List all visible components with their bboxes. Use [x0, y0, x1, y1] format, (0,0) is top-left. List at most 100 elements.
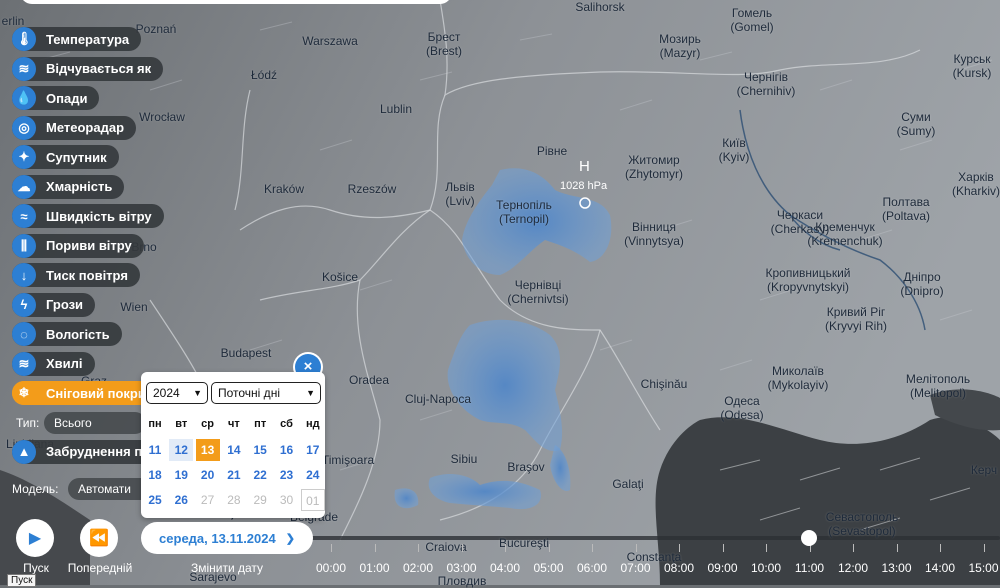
timeline-hour[interactable]: 11:00: [795, 561, 824, 575]
calendar-day[interactable]: 16: [275, 439, 299, 461]
calendar-day: 28: [227, 493, 241, 507]
city-name: Суми: [901, 110, 931, 124]
layer-button-1[interactable]: 🌡 Температура: [12, 27, 142, 51]
calendar-day[interactable]: 21: [222, 464, 246, 486]
city-name: Одеса: [724, 394, 760, 408]
timeline-hour[interactable]: 02:00: [403, 561, 433, 575]
timeline-hour[interactable]: 10:00: [751, 561, 781, 575]
calendar-day[interactable]: 11: [143, 439, 167, 461]
city-label: Мелітополь (Melitopol): [906, 372, 970, 400]
year-select[interactable]: 2024 ▼: [146, 382, 208, 404]
timeline-tick: [940, 544, 941, 552]
timeline-slider-handle[interactable]: [801, 530, 817, 546]
timeline-hour[interactable]: 04:00: [490, 561, 520, 575]
layer-button-4[interactable]: ◎ Метеорадар: [12, 115, 137, 140]
timeline-hour[interactable]: 01:00: [359, 561, 389, 575]
play-button[interactable]: ▶: [16, 519, 54, 557]
satellite-icon: ✦: [12, 145, 36, 169]
timeline-hour[interactable]: 13:00: [881, 561, 911, 575]
calendar-day[interactable]: 15: [248, 439, 272, 461]
calendar-day[interactable]: 14: [222, 439, 246, 461]
calendar-day[interactable]: 18: [143, 464, 167, 486]
tooltip: Пуск: [7, 574, 37, 587]
timeline-tick: [766, 544, 767, 552]
city-label: Warszawa: [302, 34, 358, 48]
timeline-hour[interactable]: 07:00: [620, 561, 650, 575]
timeline-tick: [853, 544, 854, 552]
city-name: Брест: [427, 30, 461, 44]
city-label: Керч: [971, 463, 997, 477]
calendar-day[interactable]: 13: [195, 439, 220, 461]
calendar-day[interactable]: 12: [169, 439, 194, 461]
search-box[interactable]: [20, 0, 452, 4]
calendar-day[interactable]: 26: [169, 489, 193, 511]
type-select[interactable]: Всього: [44, 412, 146, 434]
current-date: середа, 13.11.2024: [159, 530, 276, 546]
city-name: Кропивницький: [765, 266, 851, 280]
city-label: Тернопіль (Ternopil): [496, 198, 552, 226]
date-selector-button[interactable]: середа, 13.11.2024 ❯: [141, 522, 313, 554]
layer-button-8[interactable]: ⫼ Пориви вітру: [12, 233, 144, 258]
city-label: Lublin: [380, 102, 412, 116]
layer-button-10[interactable]: ϟ Грози: [12, 292, 96, 317]
timeline-hour[interactable]: 15:00: [968, 561, 998, 575]
timeline-hour[interactable]: 00:00: [316, 561, 346, 575]
city-label: Кривий Ріг (Kryvyi Rih): [825, 305, 887, 333]
city-alt-name: (Poltava): [881, 209, 931, 223]
city-label: Київ (Kyiv): [719, 136, 750, 164]
city-label: Суми (Sumy): [897, 110, 936, 138]
city-label: Košice: [322, 270, 358, 284]
city-alt-name: (Odesa): [720, 408, 764, 422]
timeline-hour[interactable]: 09:00: [707, 561, 737, 575]
city-name: Kraków: [263, 182, 305, 196]
city-name: Курськ: [953, 52, 991, 66]
city-name: Košice: [321, 270, 359, 284]
city-label: Wien: [120, 300, 147, 314]
city-alt-name: (Chernivtsi): [507, 292, 569, 306]
calendar-day[interactable]: 23: [275, 464, 299, 486]
layer-button-11[interactable]: ◌ Вологість: [12, 322, 122, 346]
layer-button-7[interactable]: ≈ Швидкість вітру: [12, 204, 164, 228]
range-select[interactable]: Поточні дні ▼: [211, 382, 321, 404]
city-alt-name: (Mazyr): [659, 46, 701, 60]
calendar-day[interactable]: 25: [143, 489, 167, 511]
timeline-hour[interactable]: 14:00: [925, 561, 955, 575]
city-name: Chişinău: [640, 377, 688, 391]
calendar-day[interactable]: 22: [248, 464, 272, 486]
layer-button-13[interactable]: ❄ Сніговий покри: [12, 381, 158, 405]
layer-label: Вологість: [46, 326, 110, 342]
pressure-value: 1028 hPa: [560, 180, 608, 192]
city-name: Чернівці: [514, 278, 562, 292]
city-label: Пловдив: [438, 574, 487, 588]
layer-button-9[interactable]: ↓ Тиск повітря: [12, 263, 140, 287]
calendar-day[interactable]: 20: [196, 464, 220, 486]
city-label: Salihorsk: [575, 0, 624, 14]
layer-button-14[interactable]: ▲ Забруднення п: [12, 439, 155, 464]
city-alt-name: (Chernihiv): [736, 84, 796, 98]
city-name: Timişoara: [321, 453, 375, 467]
layer-button-3[interactable]: 💧 Опади: [12, 86, 100, 110]
calendar-day[interactable]: 19: [169, 464, 193, 486]
city-label: Oradea: [349, 373, 389, 387]
pollution-icon: ▲: [12, 439, 36, 464]
timeline-hour[interactable]: 05:00: [533, 561, 563, 575]
layer-label: Метеорадар: [46, 120, 125, 135]
city-alt-name: (Brest): [426, 44, 462, 58]
timeline-hour[interactable]: 12:00: [838, 561, 868, 575]
city-alt-name: (Gomel): [730, 20, 774, 34]
city-label: Мозирь (Mazyr): [659, 32, 701, 60]
timeline-hour[interactable]: 06:00: [577, 561, 607, 575]
calendar-day[interactable]: 24: [301, 464, 325, 486]
timeline-hour[interactable]: 03:00: [446, 561, 476, 575]
layer-button-12[interactable]: ≋ Хвилі: [12, 351, 95, 376]
city-label: Курськ (Kursk): [953, 52, 992, 80]
layer-button-2[interactable]: ≋ Відчувається як: [12, 56, 164, 81]
city-name: Кривий Ріг: [826, 305, 886, 319]
calendar-day[interactable]: 17: [301, 439, 325, 461]
timeline-hour[interactable]: 08:00: [664, 561, 694, 575]
city-name: erlin: [1, 14, 25, 28]
layer-button-6[interactable]: ☁ Хмарність: [12, 174, 125, 199]
city-alt-name: (Kharkiv): [951, 184, 1000, 198]
previous-button[interactable]: ⏪: [80, 519, 118, 557]
layer-button-5[interactable]: ✦ Супутник: [12, 145, 119, 169]
